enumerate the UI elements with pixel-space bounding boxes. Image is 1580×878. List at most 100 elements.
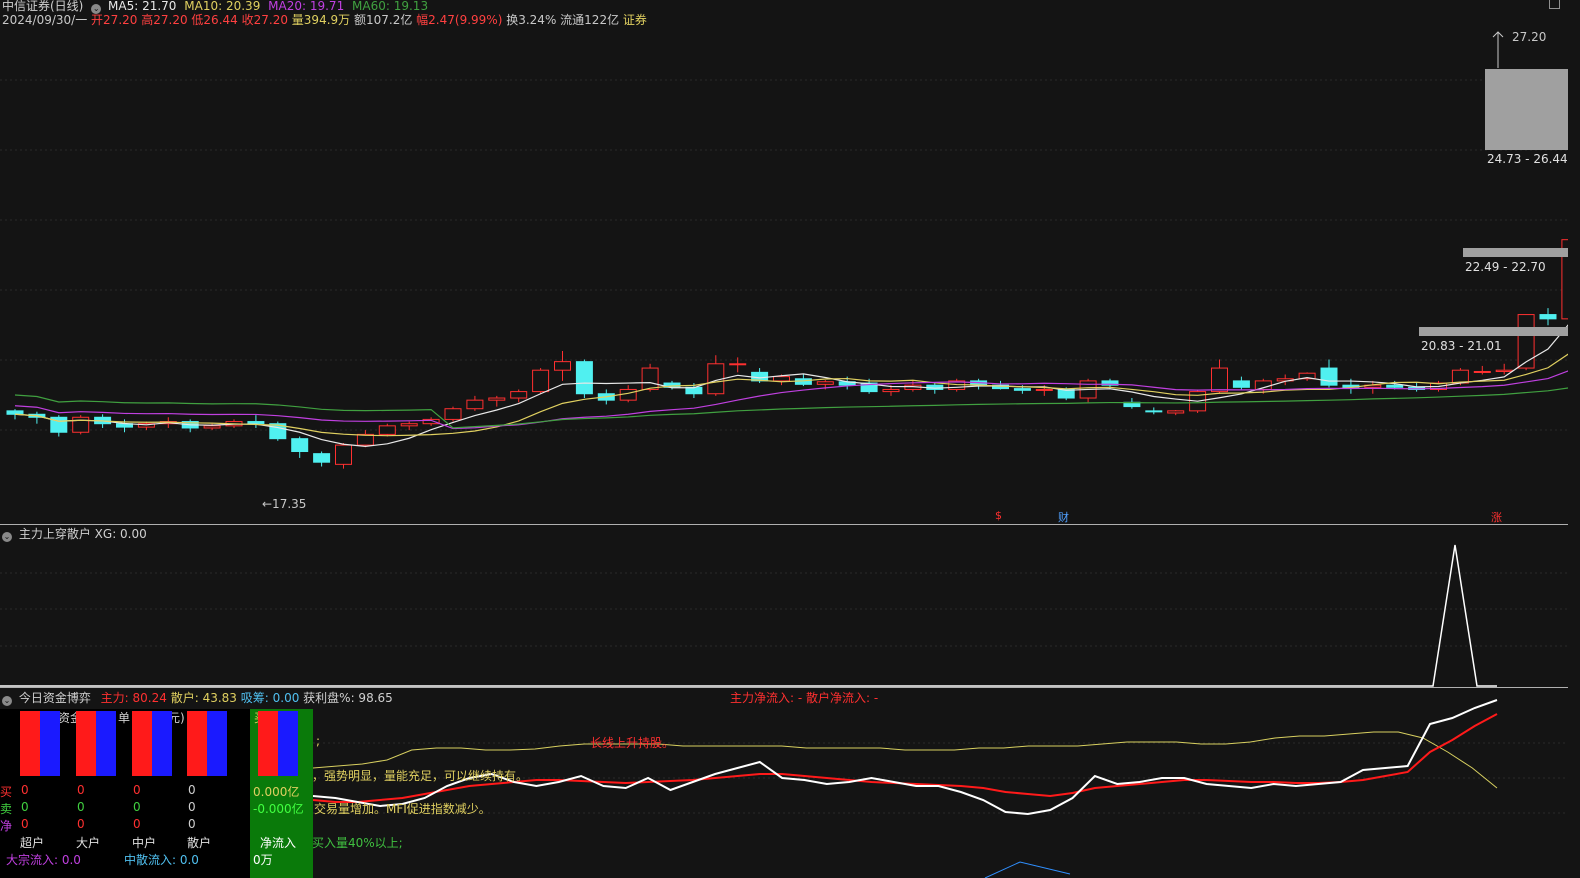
finance-marker[interactable]: 财 bbox=[1058, 509, 1069, 525]
super-buy-bar bbox=[20, 711, 40, 776]
sell-retail: 0 bbox=[188, 800, 196, 814]
sell-mid: 0 bbox=[133, 800, 141, 814]
side-net-value: 0万 bbox=[253, 853, 273, 867]
high-price-label: 27.20 bbox=[1512, 30, 1547, 44]
buy-mid: 0 bbox=[133, 783, 141, 797]
sell-large: 0 bbox=[77, 800, 85, 814]
mid-buy-bar bbox=[132, 711, 152, 776]
capital-widget[interactable]: 资金 单 元) 买 卖 净 0 0 0 0 0 0 0 0 0 0 0 0 超户… bbox=[0, 709, 250, 878]
block-inflow: 大宗流入: 0.0 bbox=[6, 853, 81, 867]
mid-sell-bar bbox=[152, 711, 172, 776]
cross-signal-chart[interactable] bbox=[0, 525, 1568, 688]
col-mid: 中户 bbox=[132, 836, 157, 850]
candle-body bbox=[532, 369, 550, 393]
candle-body bbox=[6, 410, 24, 415]
kline-panel[interactable]: 中信证券(日线) ⌄ MA5: 21.70 MA10: 20.39 MA20: … bbox=[0, 0, 1580, 525]
candle-body bbox=[641, 367, 659, 390]
limit-up-marker[interactable]: 涨 bbox=[1491, 509, 1502, 525]
widget-header-label-2: 单 bbox=[118, 711, 131, 725]
capital-game-panel[interactable]: ⌄ 今日资金博弈 主力: 80.24 散户: 43.83 吸筹: 0.00 获利… bbox=[0, 688, 1580, 878]
candle-body bbox=[1473, 370, 1491, 373]
large-buy-bar bbox=[76, 711, 96, 776]
net-large: 0 bbox=[77, 817, 85, 831]
candle-body bbox=[356, 433, 374, 446]
candle-body bbox=[1035, 388, 1053, 391]
resistance-zone-1 bbox=[1485, 69, 1568, 150]
candle-body bbox=[247, 421, 265, 425]
candle-body bbox=[1232, 380, 1250, 388]
col-large: 大户 bbox=[76, 836, 101, 850]
mid-retail-inflow: 中散流入: 0.0 bbox=[124, 853, 199, 867]
net-sell-bar bbox=[278, 711, 298, 776]
candle-body bbox=[444, 408, 462, 420]
sell-super: 0 bbox=[21, 800, 29, 814]
candle-body bbox=[1451, 369, 1469, 384]
absorb-line bbox=[312, 699, 1498, 816]
retail-sell-bar bbox=[207, 711, 227, 776]
signal-line bbox=[0, 544, 1497, 687]
candle-body bbox=[1517, 314, 1535, 369]
cross-signal-panel[interactable]: ⌄ 主力上穿散户 XG: 0.00 bbox=[0, 525, 1580, 688]
ma10-line bbox=[14, 353, 1568, 437]
zone-1-label: 24.73 - 26.44 bbox=[1487, 152, 1568, 166]
candlestick-chart[interactable] bbox=[0, 0, 1568, 525]
dividend-marker[interactable]: $ bbox=[995, 509, 1002, 522]
candle-body bbox=[1167, 410, 1185, 414]
net-mid: 0 bbox=[133, 817, 141, 831]
candle-body bbox=[1495, 369, 1513, 372]
buy-retail: 0 bbox=[188, 783, 196, 797]
candle-body bbox=[1145, 410, 1163, 413]
note-semicolon: ; bbox=[316, 734, 321, 748]
low-price-label: ←17.35 bbox=[262, 497, 307, 511]
col-retail: 散户 bbox=[187, 836, 212, 850]
candle-body bbox=[816, 381, 834, 385]
candle-body bbox=[313, 453, 331, 463]
candle-body bbox=[619, 388, 637, 401]
candle-body bbox=[882, 388, 900, 393]
candle-body bbox=[72, 416, 90, 433]
candle-body bbox=[1320, 367, 1338, 386]
col-super: 超户 bbox=[20, 836, 45, 850]
candle-body bbox=[1013, 388, 1031, 391]
note-trade-volume: 交易量增加。MFI促进指数减少。 bbox=[314, 802, 491, 816]
candle-body bbox=[575, 361, 593, 395]
net-super: 0 bbox=[21, 817, 29, 831]
candle-body bbox=[378, 425, 396, 435]
buy-super: 0 bbox=[21, 783, 29, 797]
note-long-hold: 长线上升持股。 bbox=[590, 736, 675, 750]
candle-body bbox=[773, 376, 790, 382]
side-buy: 0.000亿 bbox=[253, 785, 300, 799]
inflow-line bbox=[984, 861, 1071, 878]
candle-body bbox=[1211, 367, 1228, 393]
candle-body bbox=[488, 397, 506, 401]
resistance-zone-3 bbox=[1419, 327, 1568, 336]
net-retail: 0 bbox=[188, 817, 196, 831]
main-force-line bbox=[312, 713, 1498, 803]
super-sell-bar bbox=[40, 711, 60, 776]
candle-body bbox=[729, 363, 747, 366]
net-inflow-widget[interactable]: 买 0.000亿 -0.000亿 净流入 0万 bbox=[250, 709, 313, 878]
candle-body bbox=[291, 438, 309, 453]
candle-body bbox=[510, 391, 528, 399]
buy-large: 0 bbox=[77, 783, 85, 797]
retail-buy-bar bbox=[187, 711, 207, 776]
zone-2-label: 22.49 - 22.70 bbox=[1465, 260, 1546, 274]
row-label-net: 净 bbox=[0, 819, 13, 833]
candle-body bbox=[335, 444, 352, 465]
row-label-buy: 买 bbox=[0, 785, 13, 799]
note-strong-trend: ，强势明显，量能充足，可以继续持有。 bbox=[312, 769, 529, 783]
side-net-label: 净流入 bbox=[260, 836, 297, 850]
candle-body bbox=[1539, 314, 1557, 320]
zone-3-label: 20.83 - 21.01 bbox=[1421, 339, 1502, 353]
candle-body bbox=[400, 423, 418, 427]
side-sell: -0.000亿 bbox=[253, 802, 304, 816]
row-label-sell: 卖 bbox=[0, 802, 13, 816]
large-sell-bar bbox=[96, 711, 116, 776]
candle-body bbox=[1386, 384, 1404, 388]
candle-body bbox=[203, 425, 221, 429]
candle-body bbox=[554, 361, 571, 371]
candle-body bbox=[466, 399, 484, 410]
net-buy-bar bbox=[258, 711, 278, 776]
resistance-zone-2 bbox=[1463, 248, 1568, 257]
note-buy-volume: 买入量40%以上; bbox=[312, 836, 403, 850]
